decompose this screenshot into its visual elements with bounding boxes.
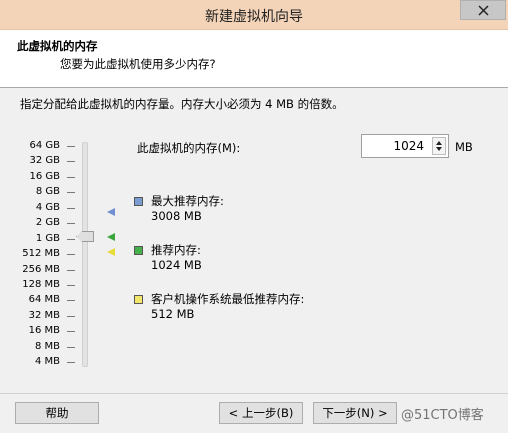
instruction-text: 指定分配给此虚拟机的内存量。内存大小必须为 4 MB 的倍数。 xyxy=(20,97,344,111)
scale-tick xyxy=(67,239,75,240)
close-button[interactable] xyxy=(460,0,506,20)
scale-tick xyxy=(67,316,75,317)
minimum-marker-icon xyxy=(107,248,115,256)
scale-tick xyxy=(67,208,75,209)
memory-value[interactable]: 1024 xyxy=(393,139,424,153)
title-bar: 新建虚拟机向导 xyxy=(0,0,508,30)
scale-tick xyxy=(67,285,75,286)
window-title: 新建虚拟机向导 xyxy=(205,9,303,25)
minimum-memory-swatch xyxy=(134,295,143,304)
scale-tick xyxy=(67,177,75,178)
scale-tick xyxy=(67,331,75,332)
recommended-memory-info: 推荐内存: 1024 MB xyxy=(151,243,202,273)
scale-label: 64 GB xyxy=(29,140,60,151)
scale-label: 1 GB xyxy=(35,233,60,244)
scale-label: 64 MB xyxy=(28,294,60,305)
scale-tick xyxy=(67,146,75,147)
memory-input[interactable]: 1024 xyxy=(361,134,449,158)
max-recommended-marker-icon xyxy=(107,208,115,216)
memory-slider-track[interactable] xyxy=(82,142,88,367)
help-button[interactable]: 帮助 xyxy=(15,402,99,424)
scale-tick xyxy=(67,254,75,255)
watermark: @51CTO博客 xyxy=(401,408,484,423)
minimum-memory-label: 客户机操作系统最低推荐内存: xyxy=(151,292,305,306)
scale-label: 256 MB xyxy=(22,264,60,275)
recommended-memory-label: 推荐内存: xyxy=(151,243,201,257)
recommended-memory-value: 1024 MB xyxy=(151,258,202,272)
max-memory-info: 最大推荐内存: 3008 MB xyxy=(151,194,224,224)
scale-tick xyxy=(67,347,75,348)
scale-tick xyxy=(67,192,75,193)
scale-tick xyxy=(67,362,75,363)
scale-tick xyxy=(67,161,75,162)
back-button[interactable]: < 上一步(B) xyxy=(219,402,303,424)
minimum-memory-value: 512 MB xyxy=(151,307,195,321)
scale-label: 2 GB xyxy=(35,217,60,228)
memory-label: 此虚拟机的内存(M): xyxy=(137,141,241,155)
close-icon xyxy=(477,4,489,16)
page-title: 此虚拟机的内存 xyxy=(17,39,98,53)
scale-tick xyxy=(67,223,75,224)
max-memory-label: 最大推荐内存: xyxy=(151,194,224,208)
spin-down-icon[interactable] xyxy=(436,147,442,151)
minimum-memory-info: 客户机操作系统最低推荐内存: 512 MB xyxy=(151,292,304,322)
memory-unit: MB xyxy=(455,140,473,154)
scale-tick xyxy=(67,270,75,271)
recommended-memory-swatch xyxy=(134,246,143,255)
scale-tick xyxy=(67,300,75,301)
next-button[interactable]: 下一步(N) > xyxy=(313,402,397,424)
memory-spinner[interactable] xyxy=(432,137,446,155)
scale-label: 8 MB xyxy=(34,341,60,352)
recommended-marker-icon xyxy=(107,233,115,241)
scale-label: 32 GB xyxy=(29,155,60,166)
max-memory-swatch xyxy=(134,197,143,206)
scale-label: 512 MB xyxy=(22,248,60,259)
scale-label: 32 MB xyxy=(28,310,60,321)
scale-label: 4 GB xyxy=(35,202,60,213)
scale-label: 8 GB xyxy=(35,186,60,197)
max-memory-value: 3008 MB xyxy=(151,209,202,223)
spin-up-icon[interactable] xyxy=(436,141,442,145)
scale-label: 16 MB xyxy=(28,325,60,336)
page-subtitle: 您要为此虚拟机使用多少内存? xyxy=(60,57,216,71)
wizard-header: 此虚拟机的内存 您要为此虚拟机使用多少内存? xyxy=(0,30,508,88)
scale-label: 4 MB xyxy=(34,356,60,367)
scale-label: 128 MB xyxy=(22,279,60,290)
scale-label: 16 GB xyxy=(29,171,60,182)
